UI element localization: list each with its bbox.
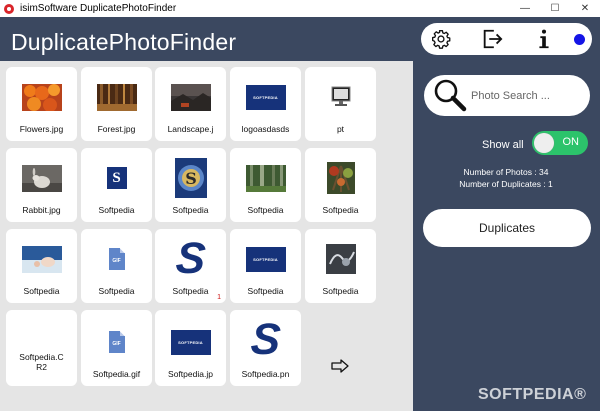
photo-count-text: Number of Photos : 34 bbox=[463, 167, 549, 177]
photo-card-softpedia[interactable]: Softpedia bbox=[305, 229, 376, 303]
duplicates-button[interactable]: Duplicates bbox=[423, 209, 591, 247]
app-brand-title: DuplicatePhotoFinder bbox=[11, 29, 237, 55]
duplicate-count-badge: 1 bbox=[217, 294, 221, 301]
photo-thumbnail: SOFTPEDIA bbox=[230, 75, 301, 119]
softpedia-logo-image: SOFTPEDIA bbox=[245, 84, 286, 110]
photo-card-softpedia-gif[interactable]: GIF Softpedia.gif bbox=[81, 310, 152, 386]
photo-filename: Softpedia bbox=[172, 286, 209, 296]
show-all-label: Show all bbox=[482, 139, 524, 151]
photo-thumbnail: SOFTPEDIA bbox=[155, 320, 226, 364]
photo-card-softpedia[interactable]: Softpedia bbox=[6, 229, 77, 303]
photo-filename: Softpedia.jp bbox=[168, 369, 213, 379]
toggle-knob bbox=[534, 133, 554, 153]
photo-filename: Softpedia bbox=[172, 205, 209, 215]
photo-card-softpedia-cr2[interactable]: Softpedia.C R2 bbox=[6, 310, 77, 386]
softpedia-s-glyph: S bbox=[185, 169, 197, 188]
exit-icon[interactable] bbox=[480, 27, 504, 51]
photo-thumbnail bbox=[305, 237, 376, 281]
photo-thumbnail: S bbox=[81, 156, 152, 200]
photo-thumbnail: S bbox=[155, 156, 226, 200]
photo-filename: Softpedia bbox=[98, 286, 135, 296]
photo-filename: Forest.jpg bbox=[97, 124, 136, 134]
photo-filename: Softpedia.pn bbox=[241, 369, 290, 379]
photo-card-softpedia-jpg[interactable]: SOFTPEDIA Softpedia.jp bbox=[155, 310, 226, 386]
app-logo-icon bbox=[4, 3, 14, 14]
photo-thumbnail bbox=[6, 237, 77, 281]
photo-thumbnail: SOFTPEDIA bbox=[230, 237, 301, 281]
photo-thumbnail bbox=[155, 75, 226, 119]
softpedia-logo-image: SOFTPEDIA bbox=[170, 329, 211, 355]
photo-search-input[interactable] bbox=[471, 88, 581, 104]
photo-filename: Rabbit.jpg bbox=[22, 205, 61, 215]
app-body: DuplicatePhotoFinder Flowers.jpg Forest.… bbox=[0, 17, 600, 411]
photo-card-softpedia[interactable]: Softpedia bbox=[230, 148, 301, 222]
show-all-toggle[interactable]: ON bbox=[532, 131, 588, 155]
top-toolbar bbox=[421, 23, 592, 55]
photo-card-softpedia[interactable]: S Softpedia bbox=[155, 148, 226, 222]
search-icon bbox=[434, 79, 467, 112]
info-icon[interactable] bbox=[532, 27, 556, 51]
photo-card-softpedia[interactable]: SOFTPEDIA Softpedia bbox=[230, 229, 301, 303]
softpedia-watermark: SOFTPEDIA® bbox=[478, 386, 587, 403]
photo-card-softpedia[interactable]: GIF Softpedia bbox=[81, 229, 152, 303]
arrow-right-icon[interactable] bbox=[331, 359, 349, 373]
gear-icon[interactable] bbox=[429, 27, 453, 51]
photo-card-forest[interactable]: Forest.jpg bbox=[81, 67, 152, 141]
window-titlebar: isimSoftware DuplicatePhotoFinder — ☐ ✕ bbox=[0, 0, 600, 17]
toggle-state-label: ON bbox=[562, 136, 580, 148]
photo-filename: Softpedia.gif bbox=[92, 369, 141, 379]
photo-thumbnail bbox=[230, 156, 301, 200]
photo-thumbnail: S bbox=[230, 315, 301, 364]
photo-card-pt[interactable]: pt bbox=[305, 67, 376, 141]
photo-card-softpedia[interactable]: S Softpedia bbox=[81, 148, 152, 222]
photo-grid: Flowers.jpg Forest.jpg Landscape.j SOFTP… bbox=[0, 61, 413, 411]
photo-filename: Softpedia bbox=[247, 286, 284, 296]
window-title: isimSoftware DuplicatePhotoFinder bbox=[20, 3, 177, 14]
photo-thumbnail bbox=[6, 156, 77, 200]
gif-file-icon: GIF bbox=[108, 331, 125, 353]
photo-filename: Softpedia bbox=[98, 205, 135, 215]
monitor-icon bbox=[331, 86, 350, 106]
photo-filename: pt bbox=[336, 124, 345, 134]
photo-filename: Softpedia bbox=[23, 286, 60, 296]
gif-file-icon: GIF bbox=[108, 248, 125, 270]
photo-thumbnail: GIF bbox=[81, 320, 152, 364]
softpedia-logo-image: SOFTPEDIA bbox=[245, 246, 286, 272]
photo-filename: Softpedia bbox=[247, 205, 284, 215]
softpedia-s-image: S bbox=[249, 315, 282, 364]
photo-filename: Softpedia.C R2 bbox=[19, 352, 64, 372]
photo-card-softpedia-duplicate[interactable]: S Softpedia 1 bbox=[155, 229, 226, 303]
photo-filename: Softpedia bbox=[322, 205, 359, 215]
photo-thumbnail bbox=[305, 75, 376, 119]
photo-filename: Flowers.jpg bbox=[19, 124, 64, 134]
photo-search-box[interactable] bbox=[424, 75, 590, 116]
photo-thumbnail: GIF bbox=[81, 237, 152, 281]
close-button[interactable]: ✕ bbox=[570, 0, 600, 17]
status-dot-icon bbox=[574, 34, 585, 45]
photo-thumbnail bbox=[81, 75, 152, 119]
photo-thumbnail: S bbox=[155, 234, 226, 283]
photo-card-flowers[interactable]: Flowers.jpg bbox=[6, 67, 77, 141]
photo-filename: Landscape.j bbox=[167, 124, 214, 134]
duplicate-count-text: Number of Duplicates : 1 bbox=[459, 179, 553, 189]
softpedia-s-image: S bbox=[106, 167, 127, 189]
minimize-button[interactable]: — bbox=[510, 0, 540, 17]
photo-card-logo[interactable]: SOFTPEDIA logoasdasds bbox=[230, 67, 301, 141]
photo-thumbnail bbox=[6, 75, 77, 119]
photo-filename: Softpedia bbox=[322, 286, 359, 296]
window-controls: — ☐ ✕ bbox=[510, 0, 600, 17]
softpedia-s-image: S bbox=[174, 234, 207, 283]
photo-filename: logoasdasds bbox=[241, 124, 290, 134]
photo-card-landscape[interactable]: Landscape.j bbox=[155, 67, 226, 141]
photo-card-softpedia-png[interactable]: S Softpedia.pn bbox=[230, 310, 301, 386]
photo-card-softpedia[interactable]: Softpedia bbox=[305, 148, 376, 222]
photo-card-rabbit[interactable]: Rabbit.jpg bbox=[6, 148, 77, 222]
photo-thumbnail bbox=[305, 156, 376, 200]
maximize-button[interactable]: ☐ bbox=[540, 0, 570, 17]
